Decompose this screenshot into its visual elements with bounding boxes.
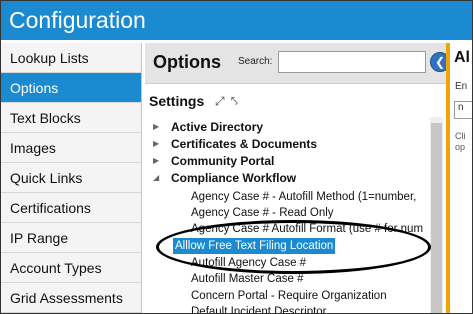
expand-all-icon[interactable]: ⤢: [215, 94, 225, 109]
collapse-all-icon[interactable]: ⤣: [231, 94, 238, 109]
sidebar-item-options[interactable]: Options: [1, 73, 141, 103]
scrollbar-thumb[interactable]: [431, 123, 442, 313]
caret-down-icon[interactable]: ◢: [153, 170, 159, 186]
app-window: Configuration Lookup Lists Options Text …: [0, 0, 473, 314]
tree-leaf[interactable]: Default Incident Descriptor: [191, 304, 327, 313]
sidebar-item-certifications[interactable]: Certifications: [1, 193, 141, 223]
detail-hint: Cli op: [455, 131, 466, 152]
caret-right-icon[interactable]: ▶: [153, 136, 159, 152]
search-input[interactable]: [278, 51, 426, 73]
sidebar-item-account-types[interactable]: Account Types: [1, 253, 141, 283]
sidebar-item-text-blocks[interactable]: Text Blocks: [1, 103, 141, 133]
sidebar-item-grid-assessments[interactable]: Grid Assessments: [1, 283, 141, 313]
settings-tree: ▶ Active Directory ▶ Certificates & Docu…: [145, 117, 427, 313]
tree-leaf[interactable]: Agency Case # - Autofill Method (1=numbe…: [191, 189, 416, 205]
detail-label: En: [455, 81, 468, 92]
detail-title: Al: [454, 49, 470, 66]
tree-leaf[interactable]: Concern Portal - Require Organization: [191, 288, 387, 304]
options-header: Options Search: ❮ ❯: [145, 43, 472, 84]
caret-right-icon[interactable]: ▶: [153, 119, 159, 135]
settings-title: Settings: [149, 93, 205, 109]
window-title: Configuration: [1, 1, 472, 40]
caret-right-icon[interactable]: ▶: [153, 153, 159, 169]
detail-panel: Al En n Cli op: [446, 43, 472, 313]
sidebar: Lookup Lists Options Text Blocks Images …: [1, 43, 142, 313]
search-label: Search:: [238, 56, 273, 67]
sidebar-item-quick-links[interactable]: Quick Links: [1, 163, 141, 193]
sidebar-item-lookup-lists[interactable]: Lookup Lists: [1, 43, 141, 73]
sidebar-item-images[interactable]: Images: [1, 133, 141, 163]
tree-leaf[interactable]: Agency Case # - Read Only: [191, 205, 334, 221]
annotation-ellipse: [156, 220, 431, 274]
detail-field[interactable]: n: [454, 101, 472, 119]
sidebar-item-ip-range[interactable]: IP Range: [1, 223, 141, 253]
options-title: Options: [153, 52, 221, 72]
